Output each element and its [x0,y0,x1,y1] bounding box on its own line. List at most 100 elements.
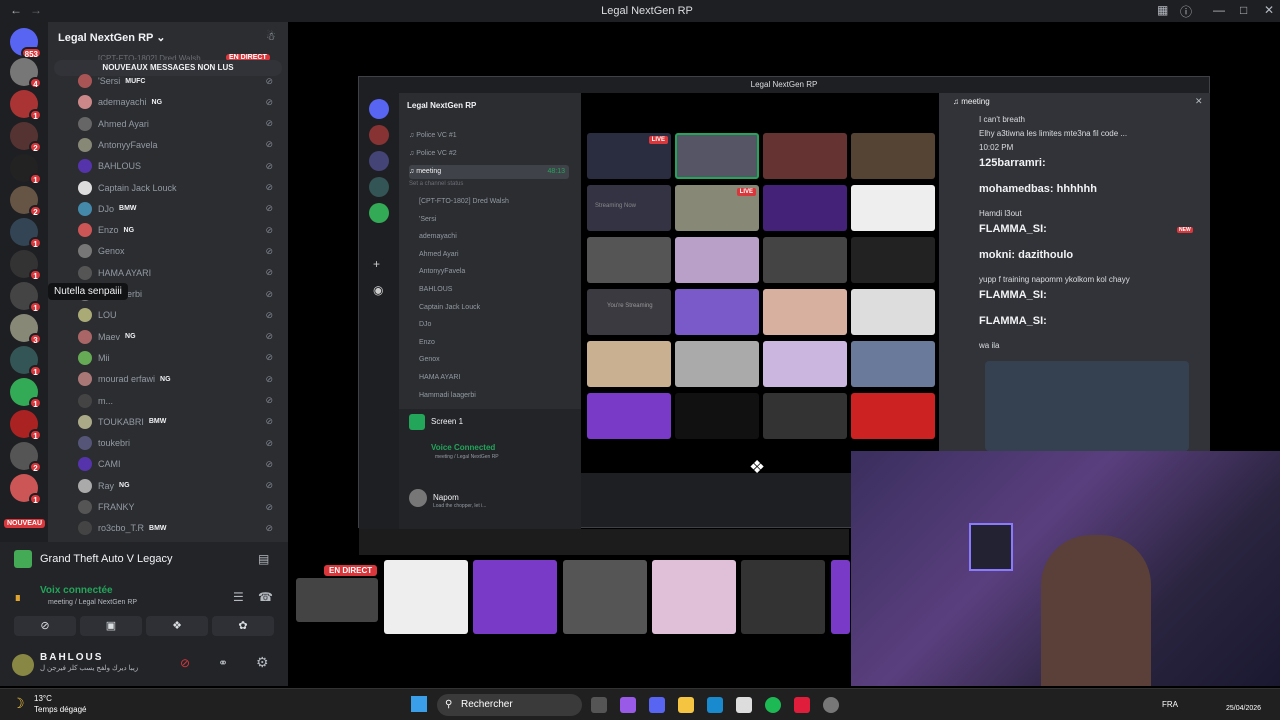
server-icon[interactable]: 3 [10,314,42,345]
server-icon[interactable]: 1 [10,250,42,281]
video-tile[interactable] [563,560,647,634]
settings-gear-icon[interactable]: ⚙ [256,654,269,671]
member-row[interactable]: ademayachi NG ⊘ [78,92,283,112]
inner-member[interactable]: HAMA AYARI [419,371,579,385]
screen-icon[interactable]: ▤ [258,552,269,566]
member-row[interactable]: LOU ⊘ [78,305,283,325]
video-tile[interactable] [851,341,935,387]
inner-member[interactable]: Enzo [419,336,579,350]
help-icon[interactable]: ⓘ [1180,3,1192,20]
video-tile[interactable] [831,560,850,634]
video-tile[interactable] [763,289,847,335]
server-icon[interactable] [369,125,389,145]
inner-member[interactable]: Captain Jack Louck [419,301,579,315]
server-icon[interactable]: 2 [10,442,42,473]
video-tile[interactable] [587,341,671,387]
inner-member[interactable]: AntonyyFavela [419,265,579,279]
server-icon[interactable] [369,203,389,223]
video-tile[interactable] [587,393,671,439]
video-tile[interactable] [763,185,847,231]
video-tile[interactable] [851,289,935,335]
task-view-icon[interactable] [591,697,607,713]
weather-icon[interactable]: ☽ [12,695,25,712]
voice-connected-status[interactable]: Voix connectée [40,585,113,596]
copilot-icon[interactable] [620,697,636,713]
video-tile[interactable] [851,185,935,231]
video-tile[interactable] [675,289,759,335]
taskbar-search[interactable]: ⚲ Rechercher [437,694,582,716]
member-row[interactable]: Maev NG ⊘ [78,327,283,347]
server-name-header[interactable]: Legal NextGen RP ⌄ [58,31,165,44]
server-icon[interactable]: 1 [10,218,42,249]
inner-member[interactable]: Ahmed Ayari [419,248,579,262]
video-tile[interactable] [675,393,759,439]
video-tile[interactable] [675,133,759,179]
video-tile[interactable] [851,133,935,179]
member-row[interactable]: mourad erfawi NG ⊘ [78,369,283,389]
video-tile[interactable] [763,341,847,387]
close-icon[interactable]: ✕ [1264,3,1274,17]
inner-member[interactable]: Hammadi laagerbi [419,389,579,403]
video-tile[interactable] [675,341,759,387]
language-indicator[interactable]: FRA [1162,700,1178,709]
video-tile[interactable] [652,560,736,634]
server-icon[interactable]: 2 [10,186,42,217]
server-icon[interactable]: 1 [10,474,42,505]
noise-suppression-icon[interactable]: ☰ [233,590,244,604]
video-tile[interactable] [851,237,935,283]
share-screen-button[interactable]: ▣ [80,616,142,636]
inbox-icon[interactable]: ▦ [1157,3,1168,17]
video-tile[interactable] [473,560,557,634]
discord-home-icon[interactable] [369,99,389,119]
video-tile[interactable]: You're Streaming [587,289,671,335]
activities-button[interactable]: ❖ [146,616,208,636]
disconnect-icon[interactable]: ☎ [258,590,273,604]
inner-member[interactable]: 'Sersi [419,213,579,227]
add-member-icon[interactable]: ☃ [266,30,276,43]
app-icon[interactable] [794,697,810,713]
stream-tile[interactable]: LIVE [587,133,671,179]
member-row[interactable]: Ahmed Ayari ⊘ [78,114,283,134]
forward-arrow-icon[interactable]: → [30,3,42,17]
stream-tile[interactable] [296,578,378,622]
member-row[interactable]: CAMI ⊘ [78,454,283,474]
video-tile[interactable] [851,393,935,439]
weather-description[interactable]: Temps dégagé [34,705,86,714]
back-arrow-icon[interactable]: ← [10,3,22,17]
member-row[interactable]: BAHLOUS ⊘ [78,156,283,176]
explore-icon[interactable]: ◉ [373,283,383,297]
server-icon[interactable]: 4 [10,58,42,89]
camera-off-button[interactable]: ⊘ [14,616,76,636]
member-row[interactable]: Enzo NG ⊘ [78,220,283,240]
video-tile[interactable]: LIVE [675,185,759,231]
inner-member[interactable]: [CPT-FTO-1802] Dred Walsh [419,195,579,209]
video-tile[interactable] [384,560,468,634]
video-tile[interactable] [763,393,847,439]
inner-member[interactable]: ademayachi [419,230,579,244]
server-icon[interactable]: 1 [10,90,42,121]
video-tile[interactable]: Streaming Now [587,185,671,231]
server-icon[interactable]: 1 [10,346,42,377]
activities-icon[interactable]: ❖ [749,457,765,478]
video-tile[interactable] [741,560,825,634]
member-row[interactable]: 'Sersi MUFC ⊘ [78,71,283,91]
windows-start-icon[interactable] [411,696,427,712]
discord-home-icon[interactable]: 853 [10,28,42,59]
weather-temperature[interactable]: 13°C [34,694,52,703]
member-row[interactable]: Captain Jack Louck ⊘ [78,178,283,198]
video-tile[interactable] [763,237,847,283]
discord-icon[interactable] [649,697,665,713]
soundboard-button[interactable]: ✿ [212,616,274,636]
video-tile[interactable] [763,133,847,179]
member-row[interactable]: Ray NG ⊘ [78,476,283,496]
member-row[interactable]: ro3cbo_T.R BMW ⊘ [78,518,283,538]
server-icon[interactable]: 1 [10,282,42,313]
file-explorer-icon[interactable] [678,697,694,713]
add-server-icon[interactable]: + [373,257,380,271]
server-icon[interactable]: 1 [10,378,42,409]
chat-image[interactable] [985,361,1189,451]
voice-channel[interactable]: ♫ Police VC #2 [409,147,569,161]
avatar[interactable] [409,489,427,507]
store-icon[interactable] [736,697,752,713]
server-icon[interactable]: 1 [10,410,42,441]
